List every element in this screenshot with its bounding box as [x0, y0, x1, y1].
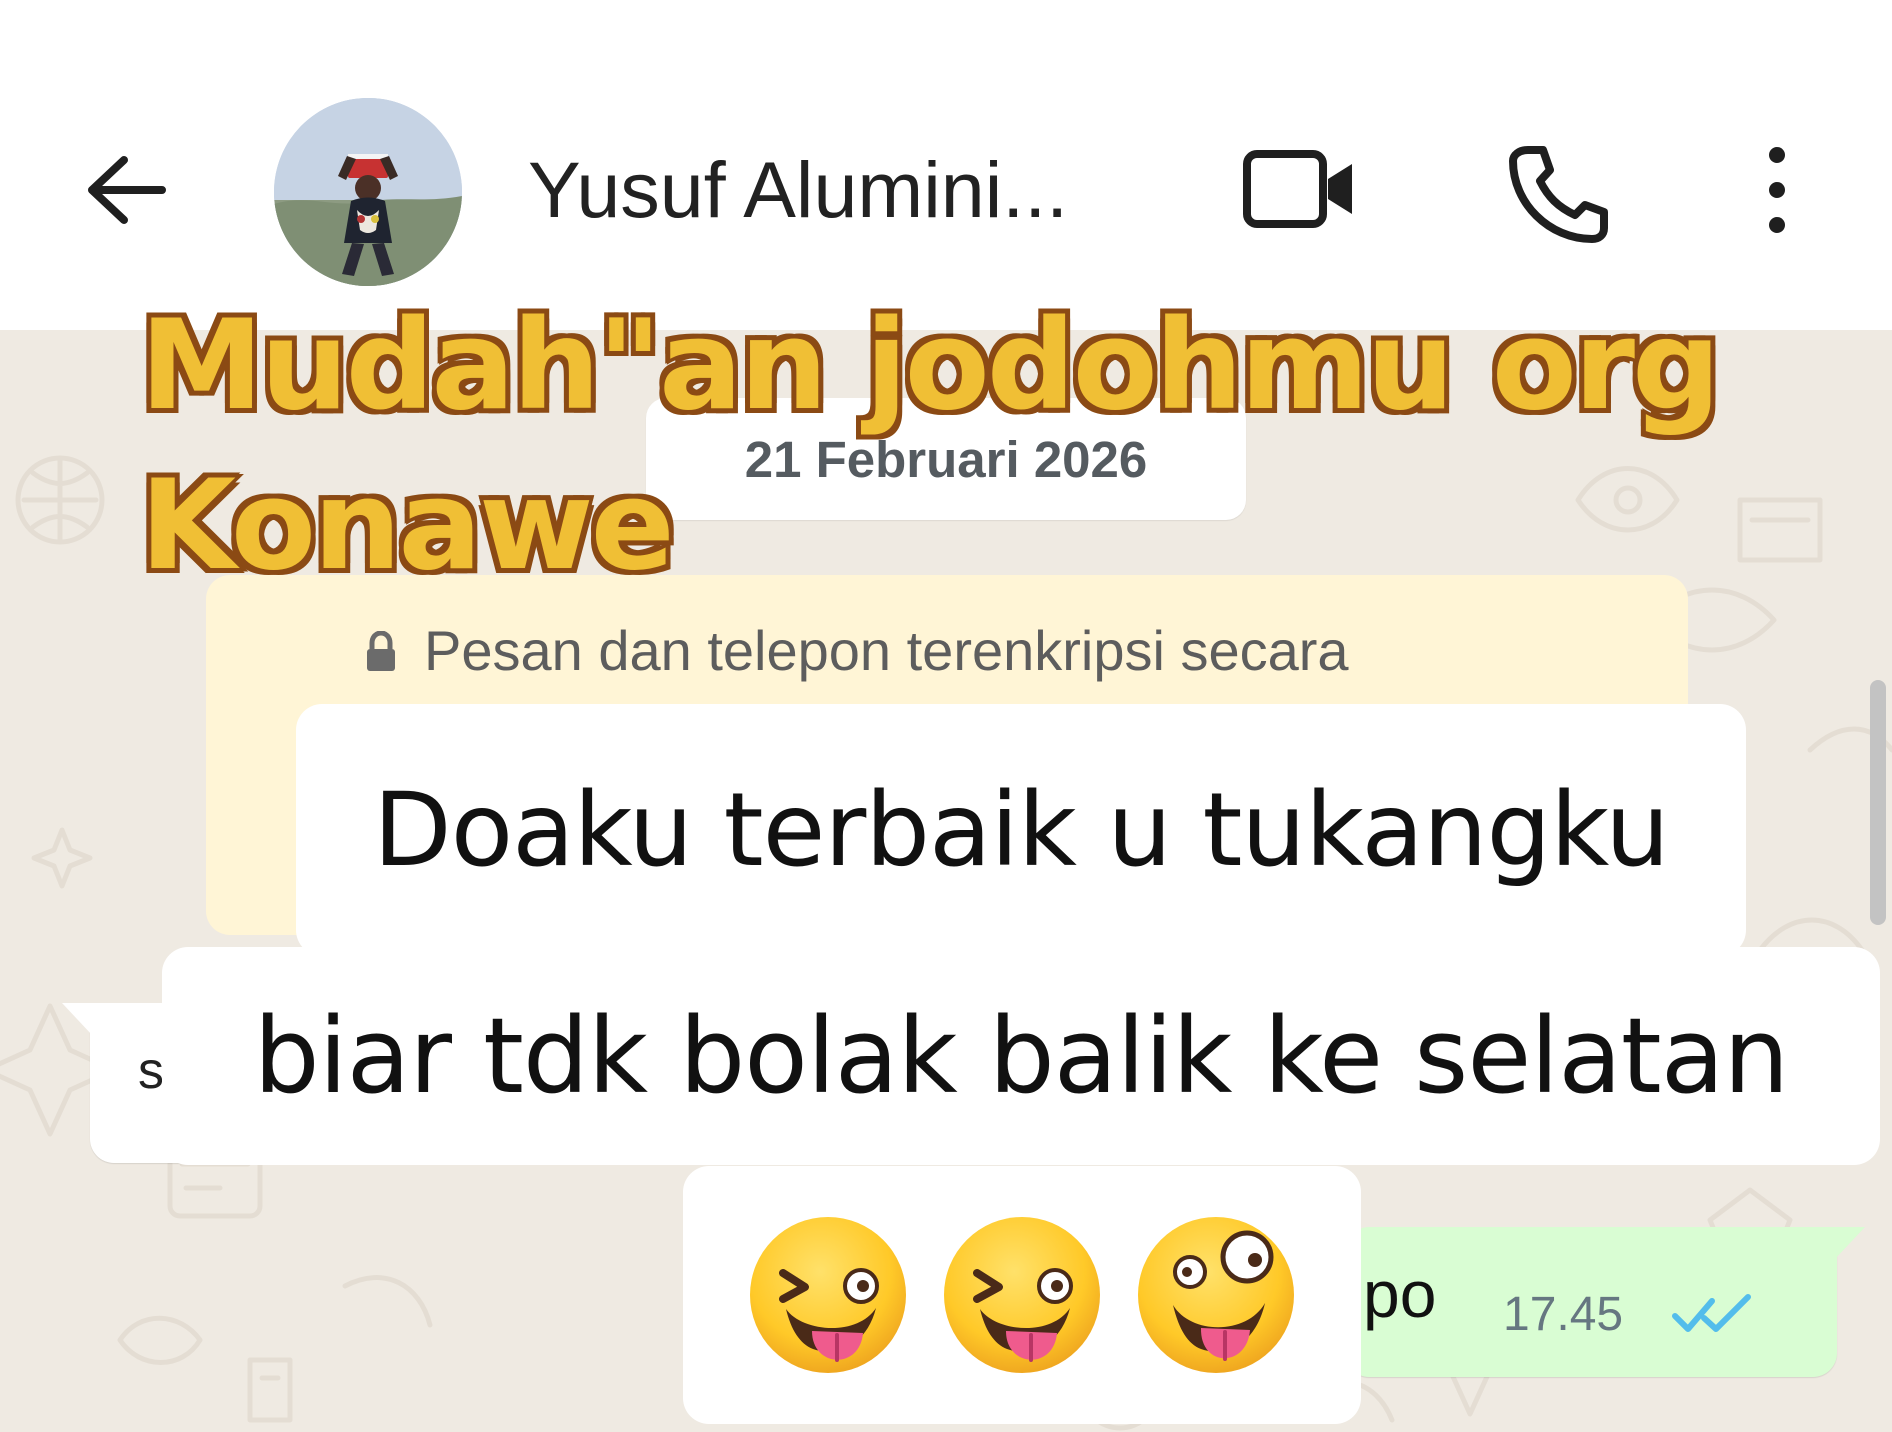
more-options-button[interactable]	[1737, 130, 1817, 250]
caption-box-2: biar tdk bolak balik ke selatan	[162, 947, 1880, 1165]
chat-header: Yusuf Alumini...	[0, 0, 1892, 330]
caption-box-1: Doaku terbaik u tukangku	[296, 704, 1746, 956]
arrow-left-icon	[88, 156, 166, 224]
video-call-button[interactable]	[1235, 134, 1365, 244]
emoji-caption-box	[683, 1166, 1361, 1424]
outgoing-message-text: po	[1363, 1257, 1437, 1331]
message-time: 17.45	[1503, 1288, 1624, 1341]
outgoing-message[interactable]: po 17.45	[1345, 1227, 1865, 1377]
caption-line-1: Doaku terbaik u tukangku	[373, 770, 1670, 890]
phone-icon	[1509, 146, 1608, 243]
encryption-notice-text: Pesan dan telepon terenkripsi secara	[424, 619, 1349, 682]
video-camera-icon	[1243, 150, 1352, 228]
date-chip: 21 Februari 2026	[646, 398, 1246, 520]
avatar[interactable]	[274, 98, 462, 286]
whatsapp-chat-screenshot: Yusuf Alumini... 21 Februari 2026 Pesan …	[0, 0, 1892, 1432]
emoji-row	[747, 1213, 1297, 1377]
contact-name[interactable]: Yusuf Alumini...	[528, 135, 1148, 245]
zany-face-icon	[1138, 1217, 1294, 1373]
chat-scrollbar[interactable]	[1870, 680, 1886, 925]
winking-face-with-tongue-icon	[944, 1217, 1100, 1373]
double-check-icon	[1672, 1294, 1751, 1332]
voice-call-button[interactable]	[1492, 128, 1622, 258]
more-vertical-icon	[1769, 147, 1785, 233]
lock-icon	[367, 631, 395, 671]
incoming-message-partial-text: s	[138, 1042, 164, 1100]
back-button[interactable]	[70, 140, 180, 240]
profile-photo	[274, 98, 462, 286]
caption-line-2: biar tdk bolak balik ke selatan	[253, 995, 1790, 1117]
winking-face-with-tongue-icon	[750, 1217, 906, 1373]
